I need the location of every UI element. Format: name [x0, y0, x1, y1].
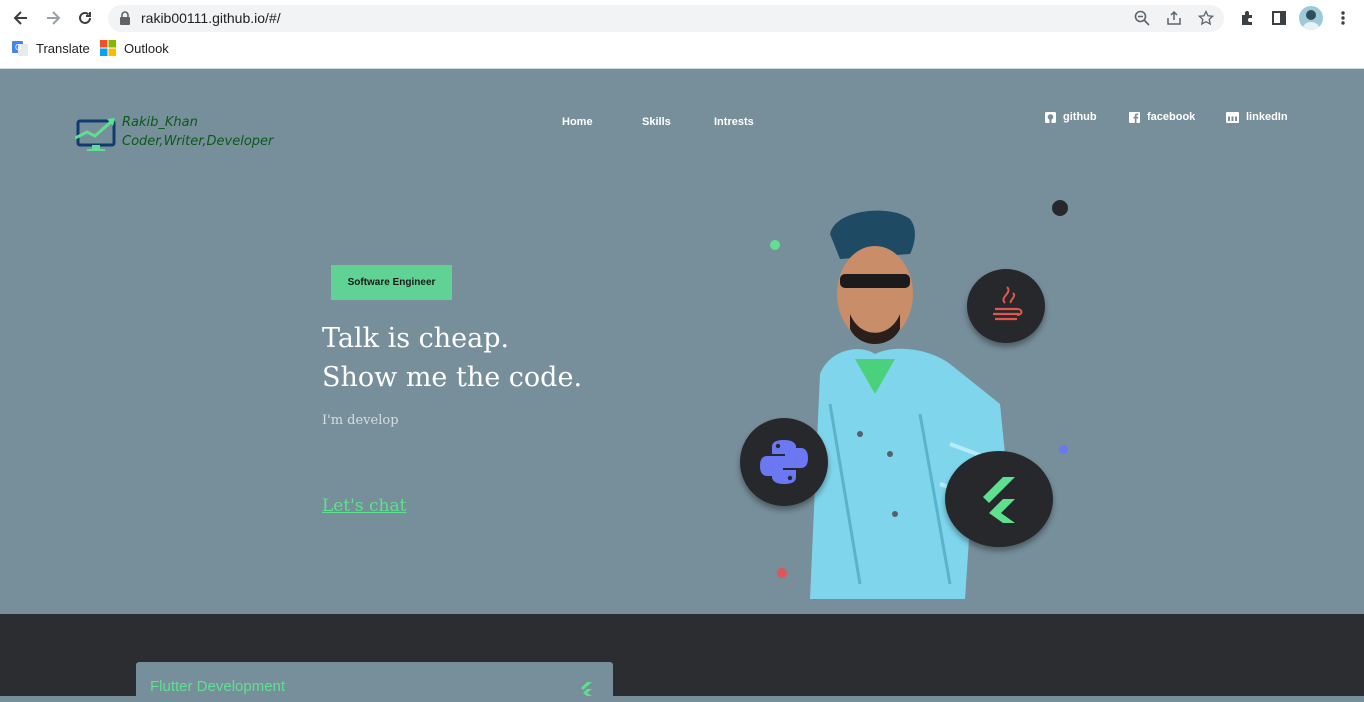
share-icon[interactable]	[1165, 9, 1183, 27]
hero-headline: Talk is cheap. Show me the code.	[322, 319, 582, 397]
flutter-icon	[945, 451, 1053, 547]
github-icon	[1045, 111, 1056, 123]
forward-icon[interactable]	[42, 8, 64, 28]
java-icon	[967, 269, 1045, 343]
social-link-github[interactable]: github	[1045, 111, 1097, 123]
bookmark-label: Outlook	[124, 40, 169, 56]
python-icon	[740, 418, 828, 506]
social-label: linkedIn	[1246, 111, 1288, 123]
url-text[interactable]: rakib00111.github.io/#/	[141, 10, 281, 26]
website-page: Rakib_Khan Coder,Writer,Developer Home S…	[0, 69, 1364, 702]
decor-dot-red	[777, 568, 787, 578]
social-link-facebook[interactable]: facebook	[1129, 111, 1195, 123]
social-label: facebook	[1147, 111, 1196, 123]
reload-icon[interactable]	[74, 8, 96, 28]
linkedin-icon	[1226, 111, 1239, 123]
more-menu-icon[interactable]	[1333, 8, 1353, 28]
hero-section: Rakib_Khan Coder,Writer,Developer Home S…	[0, 69, 1364, 614]
logo-name: Rakib_Khan	[122, 115, 198, 130]
logo-tagline: Coder,Writer,Developer	[122, 134, 274, 149]
lock-icon	[120, 11, 130, 25]
social-link-linkedin[interactable]: linkedIn	[1226, 111, 1288, 123]
browser-chrome: rakib00111.github.io/#/ G Translate Outl…	[0, 0, 1364, 69]
zoom-icon[interactable]	[1133, 9, 1151, 27]
nav-skills[interactable]: Skills	[642, 116, 671, 128]
star-icon[interactable]	[1197, 9, 1215, 27]
profile-avatar[interactable]	[1299, 6, 1323, 30]
hero-subtext: I'm develop	[322, 413, 399, 428]
role-badge: Software Engineer	[331, 265, 452, 300]
bookmark-translate[interactable]: G Translate	[12, 40, 90, 56]
facebook-icon	[1129, 111, 1140, 123]
side-panel-icon[interactable]	[1269, 8, 1289, 28]
service-card[interactable]: Flutter Development	[136, 662, 613, 702]
decor-dot-green	[770, 240, 780, 250]
headline-line-2: Show me the code.	[322, 362, 583, 393]
address-bar[interactable]: rakib00111.github.io/#/	[108, 5, 1224, 32]
bookmark-label: Translate	[36, 40, 90, 56]
services-section: Flutter Development	[0, 614, 1364, 702]
nav-intrests[interactable]: Intrests	[714, 116, 754, 128]
nav-home[interactable]: Home	[562, 116, 593, 128]
back-icon[interactable]	[10, 8, 32, 28]
flutter-icon	[581, 682, 592, 696]
bookmark-outlook[interactable]: Outlook	[100, 40, 169, 56]
extensions-icon[interactable]	[1237, 8, 1257, 28]
social-label: github	[1063, 111, 1097, 123]
decor-dot-dark	[1052, 200, 1068, 216]
decor-dot-blue	[1059, 445, 1068, 454]
svg-text:G: G	[15, 43, 21, 52]
lets-chat-link[interactable]: Let's chat	[322, 496, 406, 516]
outlook-icon	[100, 40, 116, 56]
service-title: Flutter Development	[150, 678, 286, 695]
google-translate-icon: G	[12, 41, 28, 56]
logo-text[interactable]: Rakib_Khan Coder,Writer,Developer	[122, 113, 273, 151]
headline-line-1: Talk is cheap.	[322, 323, 510, 354]
